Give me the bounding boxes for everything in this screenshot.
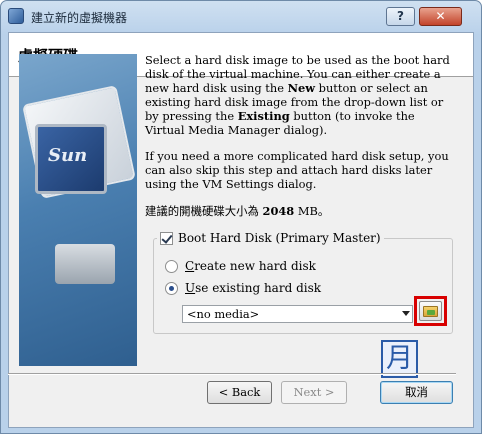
boot-disk-toggle[interactable]: Boot Hard Disk (Primary Master) (157, 231, 384, 245)
use-existing-disk-option[interactable]: Use existing hard disk (165, 281, 321, 295)
virtualbox-side-image: Sun (19, 54, 137, 366)
description-text: Select a hard disk image to be used as t… (145, 53, 453, 219)
sun-logo: Sun (48, 145, 88, 166)
close-button[interactable]: ✕ (419, 7, 462, 26)
boot-disk-checkbox[interactable] (160, 231, 173, 245)
hard-disk-dropdown[interactable]: <no media> (182, 305, 413, 323)
chevron-down-icon[interactable] (402, 311, 410, 316)
monitor-base-graphic (55, 244, 115, 284)
help-button[interactable]: ? (386, 7, 415, 26)
create-new-disk-option[interactable]: Create new hard disk (165, 259, 316, 273)
button-separator (8, 373, 456, 375)
back-button[interactable]: < Back (207, 381, 272, 404)
description-paragraph-2: If you need a more complicated hard disk… (145, 149, 449, 191)
folder-icon (423, 306, 438, 317)
use-existing-disk-radio[interactable] (165, 281, 178, 295)
boot-disk-label: Boot Hard Disk (Primary Master) (178, 231, 381, 245)
recommended-size-text: 建議的開機硬碟大小為 2048 MB。 (145, 204, 330, 218)
use-existing-disk-label: Use existing hard disk (185, 281, 322, 295)
monitor-screen-graphic: Sun (35, 124, 107, 194)
existing-disk-button[interactable] (419, 301, 442, 321)
create-new-disk-radio[interactable] (165, 259, 178, 273)
create-new-disk-label: Create new hard disk (185, 259, 316, 273)
title-bar: 建立新的虛擬機器 ? ✕ (1, 1, 481, 31)
virtualbox-app-icon (8, 8, 24, 24)
next-button[interactable]: Next > (281, 381, 347, 404)
description-paragraph-1: Select a hard disk image to be used as t… (145, 53, 450, 137)
window-title: 建立新的虛擬機器 (31, 11, 128, 25)
hard-disk-dropdown-value: <no media> (187, 307, 260, 321)
cancel-button[interactable]: 取消 (380, 381, 453, 404)
